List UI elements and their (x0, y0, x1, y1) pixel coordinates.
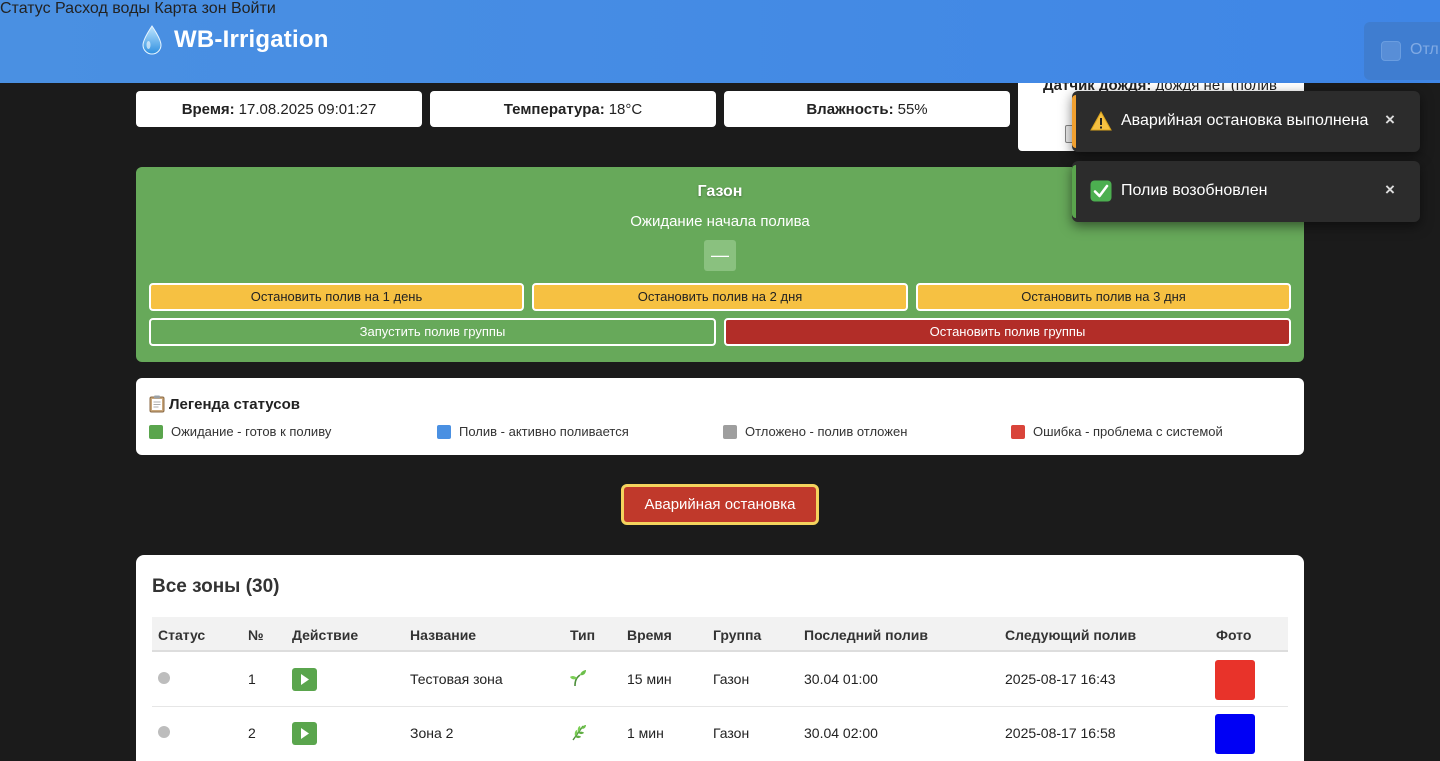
toast-message: Полив возобновлен (1121, 182, 1268, 199)
legend-swatch-red (1011, 424, 1025, 439)
zone-time: 1 мин (627, 725, 664, 741)
toast-message: Аварийная остановка выполнена (1121, 112, 1369, 129)
nav-zone-map[interactable]: Карта зон (154, 0, 226, 17)
stop-2-days-button[interactable]: Остановить полив на 2 дня (532, 283, 908, 311)
close-icon[interactable]: × (1385, 110, 1395, 130)
zone-time: 15 мин (627, 671, 672, 687)
table-row[interactable]: 2 Зона 2 1 мин Газон 30.04 02:00 2025-08… (152, 708, 1288, 761)
stop-group-button[interactable]: Остановить полив группы (724, 318, 1291, 346)
column-header[interactable]: № (248, 627, 264, 643)
legend-item-label: Отложено - полив отложен (745, 424, 908, 439)
play-icon (301, 728, 309, 739)
column-header[interactable]: Фото (1216, 627, 1251, 643)
check-icon (1381, 41, 1401, 61)
legend-item-waiting: Ожидание - готов к поливу (149, 424, 331, 439)
zone-next-watering: 2025-08-17 16:58 (1005, 725, 1116, 741)
background-notification: Отл (1364, 22, 1440, 80)
status-dot (158, 672, 170, 684)
legend-item-label: Ожидание - готов к поливу (171, 424, 332, 439)
close-icon[interactable]: × (1385, 180, 1395, 200)
zone-last-watering: 30.04 02:00 (804, 725, 878, 741)
app-logo[interactable]: WB-Irrigation (140, 24, 329, 56)
emergency-stop-button[interactable]: Аварийная остановка (621, 484, 819, 525)
toast-accent (1072, 95, 1076, 148)
zones-title: Все зоны (30) (152, 576, 280, 597)
app-header: WB-Irrigation Статус Расход воды Карта з… (0, 0, 1440, 83)
seedling-icon (570, 670, 586, 687)
legend-swatch-gray (723, 424, 737, 439)
zone-name: Тестовая зона (410, 671, 503, 687)
temperature-card: Температура: 18°C (430, 91, 716, 127)
column-header[interactable]: Время (627, 627, 672, 643)
zone-photo[interactable] (1215, 714, 1255, 754)
legend-item-label: Полив - активно поливается (459, 424, 629, 439)
time-value: 17.08.2025 09:01:27 (238, 100, 377, 118)
column-header[interactable]: Название (410, 627, 476, 643)
zone-number: 2 (248, 725, 256, 741)
check-icon (1090, 180, 1112, 202)
table-row[interactable]: 1 Тестовая зона 15 мин Газон 30.04 01:00… (152, 653, 1288, 707)
nav-water-usage[interactable]: Расход воды (55, 0, 150, 17)
group-state-button[interactable]: — (704, 240, 736, 271)
temperature-label: Температура: (503, 100, 605, 118)
nav-status[interactable]: Статус (0, 0, 51, 17)
zone-last-watering: 30.04 01:00 (804, 671, 878, 687)
legend-swatch-blue (437, 424, 451, 439)
column-header[interactable]: Следующий полив (1005, 627, 1136, 643)
column-header[interactable]: Статус (158, 627, 205, 643)
clipboard-icon (149, 395, 165, 413)
toast-emergency-stop: Аварийная остановка выполнена × (1072, 91, 1420, 152)
zone-number: 1 (248, 671, 256, 687)
background-notification-text: Отл (1410, 41, 1439, 58)
zone-next-watering: 2025-08-17 16:43 (1005, 671, 1116, 687)
time-card: Время: 17.08.2025 09:01:27 (136, 91, 422, 127)
app-title: WB-Irrigation (174, 26, 329, 53)
legend-item-error: Ошибка - проблема с системой (1011, 424, 1223, 439)
stop-1-day-button[interactable]: Остановить полив на 1 день (149, 283, 524, 311)
zone-group: Газон (713, 725, 750, 741)
column-header[interactable]: Тип (570, 627, 595, 643)
time-label: Время: (181, 100, 235, 118)
water-drop-icon (142, 25, 162, 55)
start-zone-button[interactable] (292, 668, 317, 691)
legend-item-postponed: Отложено - полив отложен (723, 424, 907, 439)
start-group-button[interactable]: Запустить полив группы (149, 318, 716, 346)
stop-3-days-button[interactable]: Остановить полив на 3 дня (916, 283, 1291, 311)
column-header[interactable]: Последний полив (804, 627, 928, 643)
humidity-value: 55% (897, 100, 928, 118)
temperature-value: 18°C (608, 100, 643, 118)
zone-name: Зона 2 (410, 725, 454, 741)
zone-photo[interactable] (1215, 660, 1255, 700)
toast-accent (1072, 165, 1076, 218)
humidity-label: Влажность: (806, 100, 894, 118)
play-icon (301, 674, 309, 685)
zones-panel: Все зоны (30) Статус № Действие Название… (136, 555, 1304, 761)
status-dot (158, 726, 170, 738)
column-header[interactable]: Действие (292, 627, 358, 643)
legend-title-text: Легенда статусов (169, 395, 300, 413)
status-legend: Легенда статусов Ожидание - готов к поли… (136, 378, 1304, 455)
start-zone-button[interactable] (292, 722, 317, 745)
zone-group: Газон (713, 671, 750, 687)
herb-icon (572, 725, 586, 741)
warning-icon (1090, 110, 1112, 131)
legend-item-watering: Полив - активно поливается (437, 424, 629, 439)
legend-title: Легенда статусов (149, 395, 300, 413)
legend-swatch-green (149, 424, 163, 439)
legend-item-label: Ошибка - проблема с системой (1033, 424, 1223, 439)
nav-login[interactable]: Войти (231, 0, 276, 17)
table-header: Статус № Действие Название Тип Время Гру… (152, 617, 1288, 652)
toast-watering-resumed: Полив возобновлен × (1072, 161, 1420, 222)
humidity-card: Влажность: 55% (724, 91, 1010, 127)
column-header[interactable]: Группа (713, 627, 761, 643)
